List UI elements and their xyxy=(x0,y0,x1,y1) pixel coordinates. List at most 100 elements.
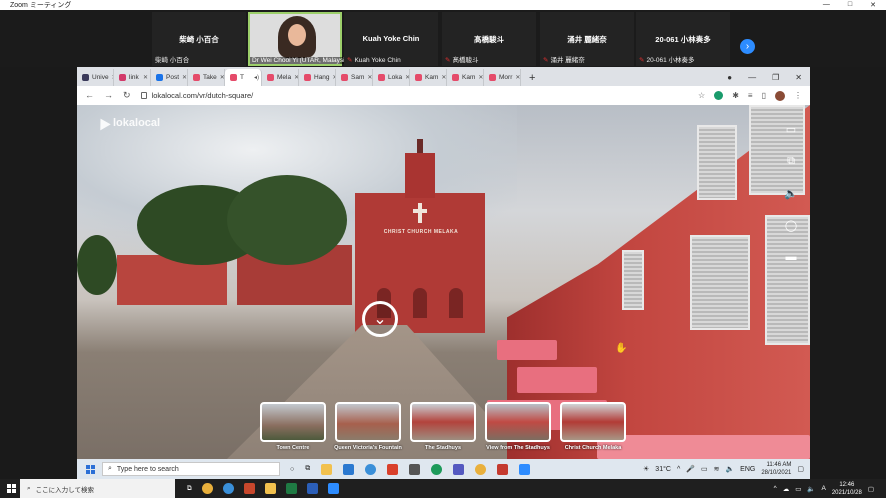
participant-tile-active-speaker[interactable]: Dr Wei Chooi Yi (UTAR, Malaysia) xyxy=(248,12,353,66)
grammarly-extension-icon[interactable] xyxy=(714,91,724,100)
browser-tab[interactable]: Unive✕ xyxy=(77,69,114,86)
participant-tile[interactable]: 20-061 小林奏多 ✎ 20-061 小林奏多 xyxy=(636,12,730,66)
browser-tab[interactable]: Kam ✕ xyxy=(447,69,484,86)
participant-tile[interactable]: 柴崎 小百合 柴崎 小百合 xyxy=(152,12,246,66)
maximize-button[interactable]: □ xyxy=(848,1,852,9)
browser-tab[interactable]: link ✕ xyxy=(114,69,151,86)
reading-list-icon[interactable]: ▯ xyxy=(762,91,766,100)
taskbar-clock[interactable]: 11:46 AM 28/10/2021 xyxy=(761,461,791,477)
temperature[interactable]: 31°C xyxy=(655,466,671,473)
participant-tile[interactable]: Kuah Yoke Chin ✎ Kuah Yoke Chin xyxy=(344,12,438,66)
tab-close-icon[interactable]: ✕ xyxy=(143,74,150,81)
ime-indicator[interactable]: A xyxy=(821,485,825,492)
chevron-up-icon[interactable]: ^ xyxy=(774,485,777,492)
lokalocal-logo[interactable]: lokalocal xyxy=(95,115,160,131)
chrome-icon[interactable] xyxy=(201,483,213,494)
church-door xyxy=(413,288,427,318)
browser-tab[interactable]: Kam ✕ xyxy=(410,69,447,86)
file-explorer-icon[interactable] xyxy=(321,463,333,475)
fullscreen-icon[interactable]: ▬ xyxy=(783,249,799,265)
back-button[interactable]: ← xyxy=(85,90,94,101)
cortana-icon[interactable]: ○ xyxy=(290,466,294,473)
vr-headset-icon[interactable]: ▭ xyxy=(783,121,799,137)
volume-icon[interactable]: 🔈 xyxy=(725,465,734,473)
powerpoint-icon[interactable] xyxy=(243,483,255,494)
vr-panorama-viewer[interactable]: CHRIST CHURCH MELAKA lokalocal ▭ ⧉ 🔈 ◯ ▬… xyxy=(77,105,810,459)
browser-tab[interactable]: Sam ✕ xyxy=(336,69,373,86)
edge-dev-icon[interactable] xyxy=(431,463,443,475)
scene-thumbnail[interactable]: Town Centre xyxy=(260,402,326,451)
browser-tab[interactable]: Loka ✕ xyxy=(373,69,410,86)
chevron-up-icon[interactable]: ^ xyxy=(677,466,680,473)
chevron-down-icon[interactable]: ⌄ xyxy=(362,301,398,337)
excel-icon[interactable] xyxy=(285,483,297,494)
task-view-icon[interactable]: ⧉ xyxy=(187,485,192,493)
restore-button[interactable]: ❐ xyxy=(772,73,779,82)
wifi-icon[interactable]: ≋ xyxy=(714,465,720,473)
file-explorer-icon[interactable] xyxy=(264,483,276,494)
lock-icon xyxy=(140,92,147,99)
browser-tab[interactable]: Take ✕ xyxy=(188,69,225,86)
profile-avatar[interactable] xyxy=(775,90,785,101)
minimize-button[interactable]: — xyxy=(748,73,756,82)
language-indicator[interactable]: ENG xyxy=(740,466,755,473)
address-bar[interactable]: lokalocal.com/vr/dutch-square/ xyxy=(140,91,253,100)
network-icon[interactable]: ▭ xyxy=(795,485,801,493)
browser-tab[interactable]: Hang✕ xyxy=(299,69,336,86)
mail-icon[interactable] xyxy=(343,463,355,475)
browser-tab[interactable]: Morr ✕ xyxy=(484,69,521,86)
mic-icon[interactable]: 🎤 xyxy=(686,465,695,473)
browser-tab[interactable]: Mela ✕ xyxy=(262,69,299,86)
office-icon[interactable] xyxy=(387,463,399,475)
new-tab-button[interactable]: + xyxy=(521,69,543,86)
screen-share-icon[interactable]: ⧉ xyxy=(783,153,799,169)
zoom-icon[interactable] xyxy=(327,483,339,494)
word-icon[interactable] xyxy=(306,483,318,494)
participant-name-label: ✎ Kuah Yoke Chin xyxy=(347,57,401,64)
forward-button[interactable]: → xyxy=(104,90,113,101)
participant-tile[interactable]: 髙橋駿斗 ✎ 髙橋駿斗 xyxy=(442,12,536,66)
reload-button[interactable]: ↻ xyxy=(123,90,131,101)
cloud-icon[interactable]: ☁ xyxy=(783,485,790,493)
extensions-puzzle-icon[interactable]: ✱ xyxy=(732,91,739,100)
scene-thumbnail[interactable]: Christ Church Melaka xyxy=(560,402,626,451)
search-icon: ⌕ xyxy=(108,465,112,472)
chrome-icon[interactable] xyxy=(475,463,487,475)
scene-thumbnail[interactable]: The Stadhuys xyxy=(410,402,476,451)
next-page-arrow-icon[interactable]: › xyxy=(740,39,755,54)
participant-tile[interactable]: 涌井 麗緒奈 ✎ 涌井 麗緒奈 xyxy=(540,12,634,66)
app-icon[interactable] xyxy=(497,463,509,475)
volume-icon[interactable]: 🔈 xyxy=(807,485,815,493)
close-button[interactable]: ✕ xyxy=(795,73,802,82)
task-view-icon[interactable]: ⧉ xyxy=(305,465,310,473)
edge-icon[interactable] xyxy=(222,483,234,494)
participant-name-large: 髙橋駿斗 xyxy=(474,35,504,44)
zoom-icon[interactable] xyxy=(519,463,531,475)
info-icon[interactable]: ◯ xyxy=(783,217,799,233)
church-door xyxy=(449,288,463,318)
menu-kebab-icon[interactable]: ⋮ xyxy=(794,91,802,100)
tab-audio-icon[interactable]: ◂) xyxy=(254,74,261,81)
teams-icon[interactable] xyxy=(453,463,465,475)
notification-icon[interactable]: ▢ xyxy=(797,465,804,473)
sound-icon[interactable]: 🔈 xyxy=(783,185,799,201)
tab-favicon-icon xyxy=(415,74,422,81)
host-taskbar-search-box[interactable]: ⌕ ここに入力して検索 xyxy=(20,479,175,498)
host-taskbar-clock[interactable]: 12:46 2021/10/28 xyxy=(832,481,862,497)
bookmark-star-icon[interactable]: ☆ xyxy=(698,91,705,100)
close-button[interactable]: ✕ xyxy=(870,1,876,9)
media-control-icon[interactable]: ≡ xyxy=(748,91,753,100)
windows-start-icon[interactable] xyxy=(7,484,16,493)
edge-icon[interactable] xyxy=(365,463,377,475)
store-icon[interactable] xyxy=(409,463,421,475)
browser-tab[interactable]: Post ✕ xyxy=(151,69,188,86)
scene-thumbnail[interactable]: View from The Stadhuys xyxy=(485,402,551,451)
minimize-button[interactable]: — xyxy=(823,1,830,9)
browser-tab-active[interactable]: T ◂) xyxy=(225,69,262,86)
notification-icon[interactable]: ▢ xyxy=(868,485,874,493)
scene-thumbnail[interactable]: Queen Victoria's Fountain xyxy=(334,402,402,451)
network-icon[interactable]: ▭ xyxy=(701,465,708,473)
windows-start-icon[interactable] xyxy=(86,464,95,474)
tab-search-icon[interactable]: ● xyxy=(727,73,732,82)
taskbar-search-box[interactable]: ⌕ Type here to search xyxy=(102,462,280,476)
